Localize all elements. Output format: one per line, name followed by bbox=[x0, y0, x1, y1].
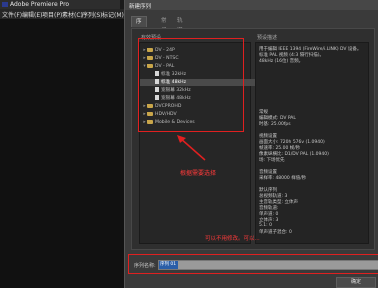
sequence-name-label: 序列名称: bbox=[134, 263, 156, 269]
sequence-name-value: 序列 01 bbox=[159, 261, 178, 269]
annotation-select-text: 根据需要选择 bbox=[180, 170, 217, 177]
ok-button[interactable]: 确定 bbox=[336, 277, 376, 288]
annotation-name-text: 可以不用修改。可以... bbox=[205, 236, 260, 242]
annotation-arrow bbox=[177, 135, 206, 161]
sequence-name-input[interactable]: 序列 01 bbox=[158, 260, 378, 270]
